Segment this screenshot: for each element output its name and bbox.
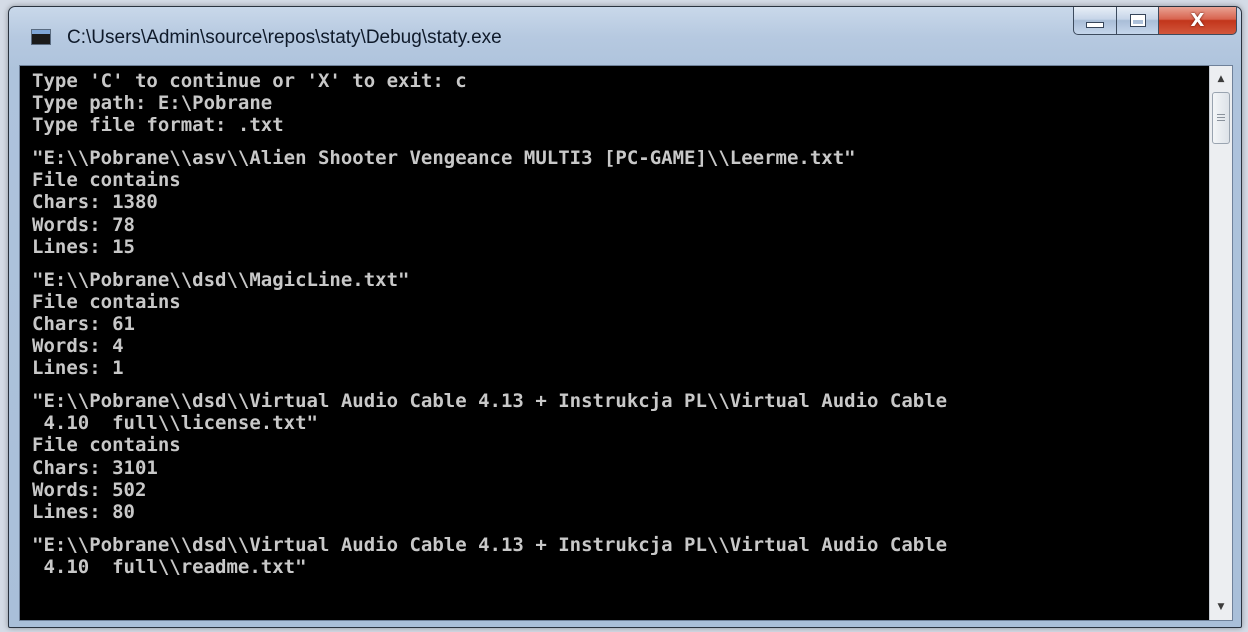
- console-output[interactable]: Type 'C' to continue or 'X' to exit: c Ty…: [20, 66, 1209, 620]
- maximize-button[interactable]: [1117, 7, 1159, 35]
- scroll-down-arrow-icon[interactable]: ▼: [1210, 596, 1232, 618]
- grip-icon: [1217, 114, 1225, 122]
- scroll-up-arrow-icon[interactable]: ▲: [1210, 68, 1232, 90]
- console-app-icon[interactable]: [31, 29, 51, 45]
- console-line: Words: 4: [32, 335, 124, 358]
- console-line: Chars: 1380: [32, 191, 158, 214]
- console-line: "E:\\Pobrane\\asv\\Alien Shooter Vengean…: [32, 147, 856, 170]
- scrollbar-thumb[interactable]: [1212, 92, 1230, 144]
- console-line: 4.10 full\\license.txt": [32, 412, 318, 435]
- minimize-button[interactable]: [1073, 7, 1117, 35]
- console-line: File contains: [32, 434, 181, 457]
- console-line: Type file format: .txt: [32, 114, 284, 137]
- console-line: Lines: 1: [32, 357, 124, 380]
- console-area: Type 'C' to continue or 'X' to exit: c Ty…: [19, 65, 1233, 621]
- window-controls: X: [1073, 7, 1237, 37]
- console-line: Words: 502: [32, 478, 147, 501]
- console-line: Chars: 3101: [32, 456, 158, 479]
- console-line: File contains: [32, 169, 181, 192]
- minimize-icon: [1086, 21, 1104, 28]
- console-line: "E:\\Pobrane\\dsd\\Virtual Audio Cable 4…: [32, 390, 948, 413]
- console-line: Type 'C' to continue or 'X' to exit: c: [32, 70, 467, 92]
- vertical-scrollbar[interactable]: ▲ ▼: [1209, 66, 1232, 620]
- console-line: Type path: E:\Pobrane: [32, 92, 273, 115]
- console-line: Chars: 61: [32, 312, 135, 335]
- console-line: Lines: 80: [32, 500, 135, 523]
- console-line: Words: 78: [32, 213, 135, 236]
- console-line: Lines: 15: [32, 235, 135, 258]
- console-line: "E:\\Pobrane\\dsd\\MagicLine.txt": [32, 268, 410, 291]
- console-line: "E:\\Pobrane\\dsd\\Virtual Audio Cable 4…: [32, 533, 948, 556]
- window-title: C:\Users\Admin\source\repos\staty\Debug\…: [67, 27, 502, 48]
- close-button[interactable]: X: [1159, 7, 1237, 35]
- close-icon: X: [1190, 10, 1205, 31]
- maximize-icon: [1129, 14, 1146, 27]
- console-line: 4.10 full\\readme.txt": [32, 555, 307, 578]
- title-bar[interactable]: C:\Users\Admin\source\repos\staty\Debug\…: [9, 7, 1241, 67]
- console-line: File contains: [32, 290, 181, 313]
- console-window: C:\Users\Admin\source\repos\staty\Debug\…: [8, 6, 1242, 628]
